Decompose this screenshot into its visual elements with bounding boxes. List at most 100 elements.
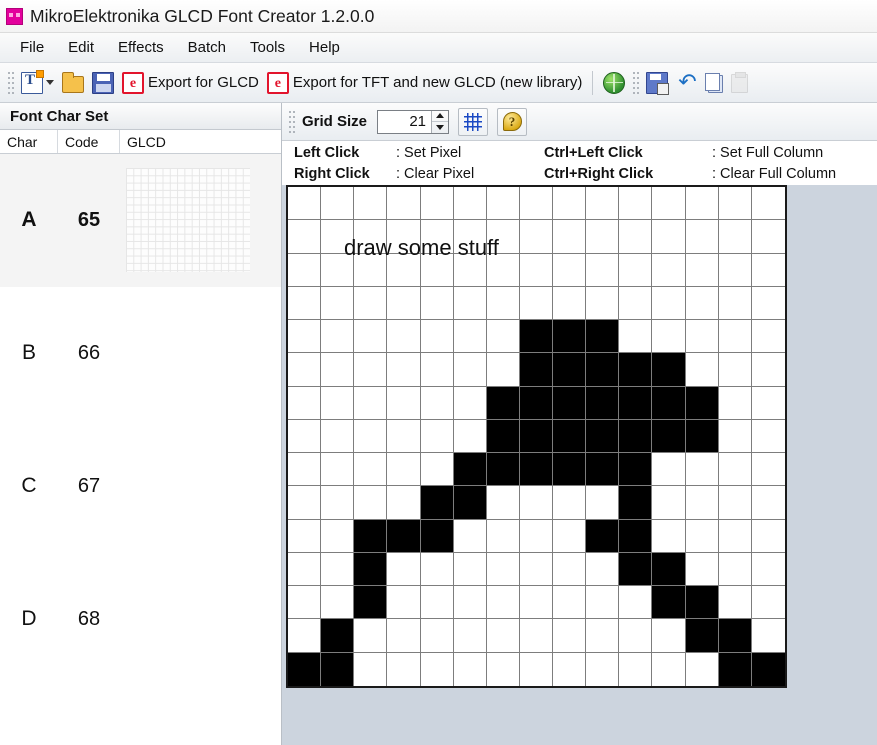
pixel-cell[interactable] xyxy=(685,253,719,287)
pixel-cell[interactable] xyxy=(519,519,554,553)
pixel-cell[interactable] xyxy=(586,220,620,254)
table-row[interactable]: D 68 xyxy=(0,553,281,686)
pixel-cell[interactable] xyxy=(519,652,554,686)
pixel-cell[interactable] xyxy=(354,286,388,321)
pixel-cell[interactable] xyxy=(420,419,454,454)
pixel-cell[interactable] xyxy=(751,386,785,420)
pixel-cell[interactable] xyxy=(486,253,520,287)
pixel-cell[interactable] xyxy=(519,253,554,287)
pixel-cell[interactable] xyxy=(553,286,587,321)
menu-item-edit[interactable]: Edit xyxy=(56,36,106,59)
pixel-cell[interactable] xyxy=(420,619,454,653)
pixel-cell[interactable] xyxy=(354,519,388,553)
pixel-cell[interactable] xyxy=(288,419,322,454)
pixel-cell[interactable] xyxy=(718,486,752,520)
pixel-cell[interactable] xyxy=(453,586,487,620)
pixel-cell[interactable] xyxy=(519,187,554,221)
pixel-cell[interactable] xyxy=(288,586,322,620)
toggle-grid-button[interactable] xyxy=(458,107,489,136)
pixel-cell[interactable] xyxy=(387,652,421,686)
pixel-cell[interactable] xyxy=(321,386,355,420)
pixel-cell[interactable] xyxy=(652,286,686,321)
pixel-cell[interactable] xyxy=(354,652,388,686)
pixel-cell[interactable] xyxy=(619,353,653,387)
pixel-cell[interactable] xyxy=(718,253,752,287)
pixel-cell[interactable] xyxy=(288,187,322,221)
pixel-cell[interactable] xyxy=(486,519,520,553)
pixel-cell[interactable] xyxy=(751,453,785,487)
pixel-cell[interactable] xyxy=(387,187,421,221)
pixel-cell[interactable] xyxy=(586,519,620,553)
pixel-cell[interactable] xyxy=(586,419,620,454)
pixel-cell[interactable] xyxy=(619,652,653,686)
pixel-cell[interactable] xyxy=(387,453,421,487)
pixel-cell[interactable] xyxy=(652,652,686,686)
pixel-cell[interactable] xyxy=(354,486,388,520)
pixel-cell[interactable] xyxy=(354,320,388,354)
pixel-cell[interactable] xyxy=(718,419,752,454)
pixel-cell[interactable] xyxy=(288,519,322,553)
pixel-cell[interactable] xyxy=(387,220,421,254)
pixel-cell[interactable] xyxy=(519,386,554,420)
pixel-cell[interactable] xyxy=(354,619,388,653)
pixel-cell[interactable] xyxy=(321,652,355,686)
pixel-cell[interactable] xyxy=(288,353,322,387)
pixel-cell[interactable] xyxy=(586,320,620,354)
pixel-cell[interactable] xyxy=(652,419,686,454)
pixel-cell[interactable] xyxy=(586,453,620,487)
pixel-cell[interactable] xyxy=(553,619,587,653)
pixel-cell[interactable] xyxy=(387,320,421,354)
pixel-cell[interactable] xyxy=(486,486,520,520)
pixel-cell[interactable] xyxy=(354,187,388,221)
pixel-cell[interactable] xyxy=(420,286,454,321)
pixel-cell[interactable] xyxy=(519,619,554,653)
pixel-cell[interactable] xyxy=(486,220,520,254)
pixel-cell[interactable] xyxy=(553,552,587,587)
pixel-cell[interactable] xyxy=(321,320,355,354)
pixel-cell[interactable] xyxy=(486,419,520,454)
pixel-cell[interactable] xyxy=(685,519,719,553)
pixel-cell[interactable] xyxy=(718,619,752,653)
pixel-cell[interactable] xyxy=(619,453,653,487)
pixel-cell[interactable] xyxy=(685,652,719,686)
pixel-cell[interactable] xyxy=(486,353,520,387)
pixel-cell[interactable] xyxy=(718,320,752,354)
pixel-cell[interactable] xyxy=(453,552,487,587)
pixel-cell[interactable] xyxy=(586,652,620,686)
pixel-cell[interactable] xyxy=(453,386,487,420)
export-for-glcd-button[interactable]: e Export for GLCD xyxy=(118,67,263,99)
pixel-cell[interactable] xyxy=(553,453,587,487)
pixel-cell[interactable] xyxy=(652,220,686,254)
copy-button[interactable] xyxy=(702,67,727,99)
pixel-cell[interactable] xyxy=(420,486,454,520)
pixel-cell[interactable] xyxy=(420,519,454,553)
pixel-cell[interactable] xyxy=(652,187,686,221)
pixel-cell[interactable] xyxy=(354,453,388,487)
export-for-tft-button[interactable]: e Export for TFT and new GLCD (new libra… xyxy=(263,67,587,99)
pixel-cell[interactable] xyxy=(553,652,587,686)
pixel-cell[interactable] xyxy=(751,253,785,287)
pixel-cell[interactable] xyxy=(586,253,620,287)
pixel-cell[interactable] xyxy=(486,386,520,420)
pixel-cell[interactable] xyxy=(718,652,752,686)
pixel-cell[interactable] xyxy=(685,220,719,254)
menu-item-tools[interactable]: Tools xyxy=(238,36,297,59)
pixel-cell[interactable] xyxy=(486,453,520,487)
pixel-cell[interactable] xyxy=(453,187,487,221)
pixel-cell[interactable] xyxy=(288,386,322,420)
pixel-cell[interactable] xyxy=(751,586,785,620)
pixel-cell[interactable] xyxy=(685,453,719,487)
pixel-cell[interactable] xyxy=(420,652,454,686)
pixel-cell[interactable] xyxy=(685,586,719,620)
pixel-cell[interactable] xyxy=(652,519,686,553)
pixel-cell[interactable] xyxy=(420,253,454,287)
pixel-cell[interactable] xyxy=(586,619,620,653)
pixel-cell[interactable] xyxy=(354,419,388,454)
pixel-cell[interactable] xyxy=(321,619,355,653)
pixel-cell[interactable] xyxy=(519,220,554,254)
pixel-cell[interactable] xyxy=(387,386,421,420)
pixel-cell[interactable] xyxy=(420,320,454,354)
pixel-cell[interactable] xyxy=(718,187,752,221)
pixel-cell[interactable] xyxy=(619,486,653,520)
pixel-cell[interactable] xyxy=(519,552,554,587)
